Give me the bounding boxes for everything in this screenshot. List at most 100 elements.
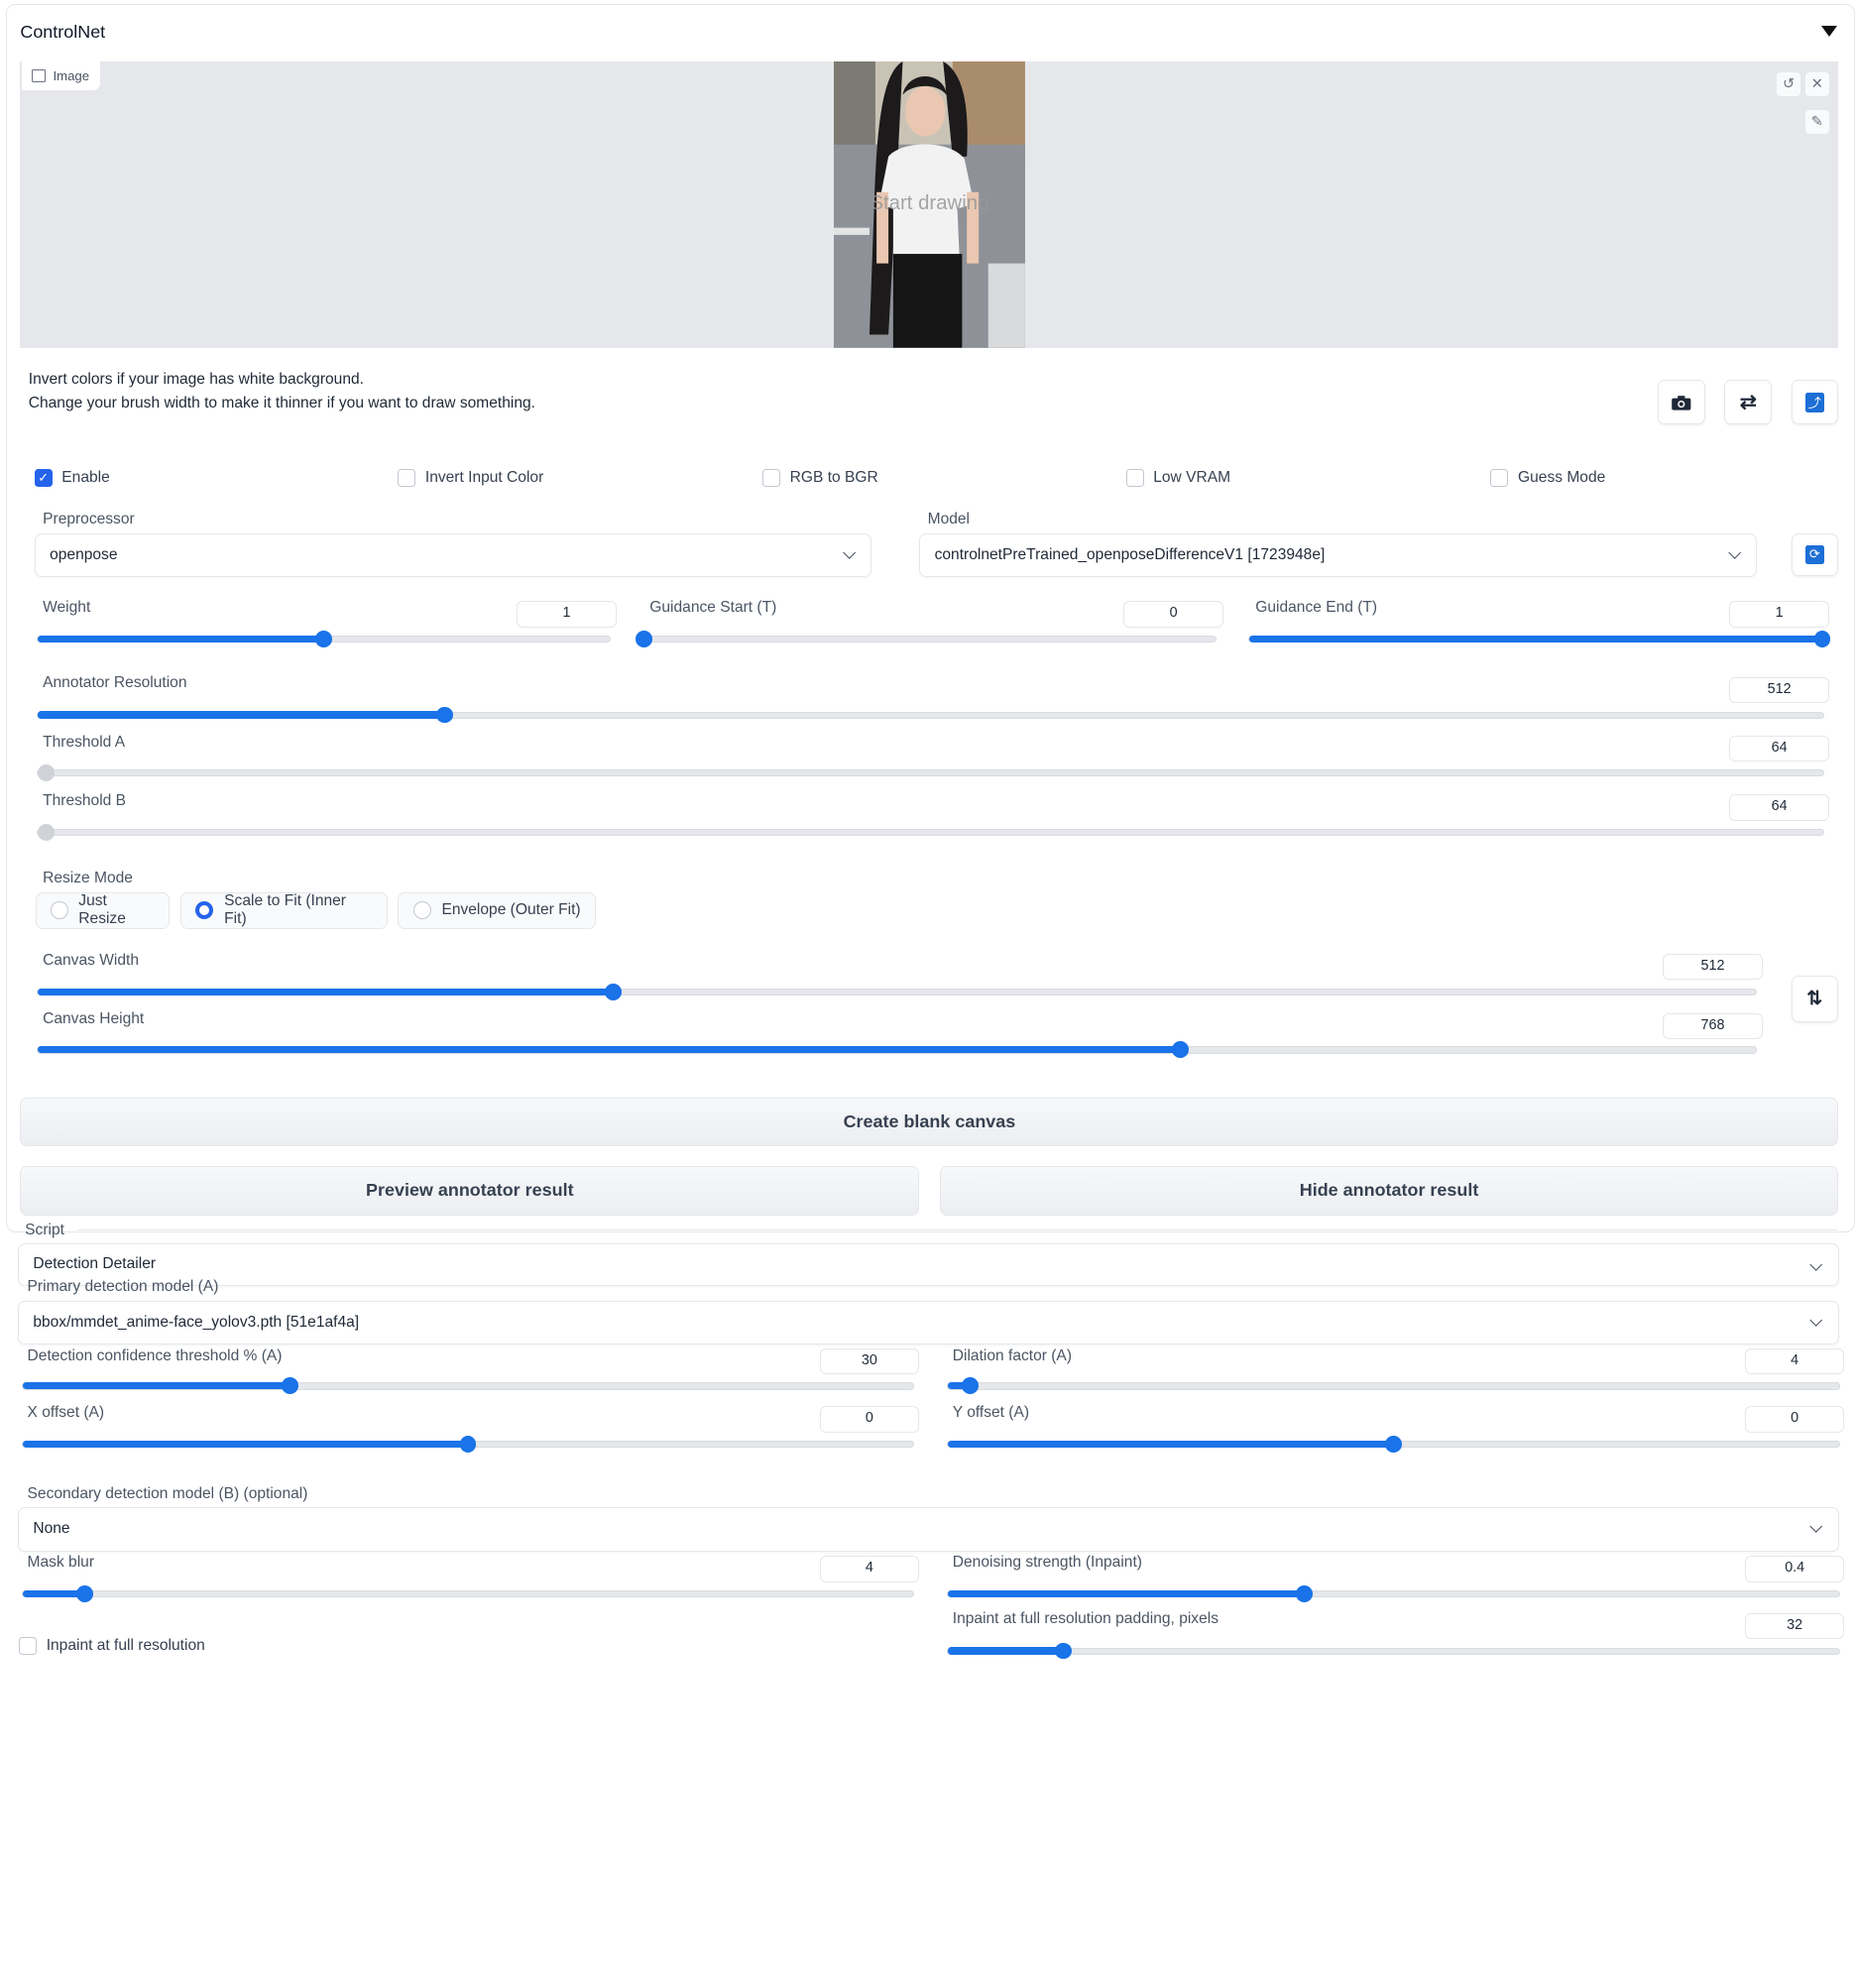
slider-fill	[38, 988, 614, 995]
primary-model-dropdown[interactable]: bbox/mmdet_anime-face_yolov3.pth [51e1af…	[17, 1300, 1839, 1345]
threshold-b-slider[interactable]	[37, 824, 1825, 841]
mask-blur-slider[interactable]	[21, 1585, 915, 1602]
secondary-model-value: None	[33, 1520, 70, 1538]
undo-icon[interactable]: ↺	[1776, 70, 1801, 97]
slider-fill	[1249, 635, 1822, 643]
annotator-resolution-slider[interactable]	[37, 706, 1825, 724]
close-icon[interactable]: ✕	[1803, 70, 1830, 97]
resize-mode-scale-to-fit[interactable]: Scale to Fit (Inner Fit)	[180, 891, 388, 929]
hint-text-invert: Invert colors if your image has white ba…	[28, 370, 364, 388]
preview-annotator-button[interactable]: Preview annotator result	[20, 1166, 920, 1216]
weight-number-input[interactable]: 1	[517, 601, 617, 628]
resize-mode-envelope[interactable]: Envelope (Outer Fit)	[398, 891, 597, 929]
canvas-height-number-input[interactable]: 768	[1663, 1012, 1763, 1040]
slider-thumb[interactable]	[605, 983, 622, 1000]
x-offset-slider[interactable]	[21, 1436, 915, 1453]
slider-thumb[interactable]	[38, 764, 55, 782]
slider-thumb[interactable]	[1295, 1585, 1313, 1602]
slider-thumb[interactable]	[1384, 1436, 1402, 1453]
weight-label: Weight	[43, 598, 91, 616]
guess-mode-label: Guess Mode	[1518, 469, 1606, 487]
secondary-model-label: Secondary detection model (B) (optional)	[27, 1484, 308, 1502]
guidance-end-number-input[interactable]: 1	[1729, 601, 1829, 628]
invert-input-color-checkbox[interactable]: Invert Input Color	[398, 469, 543, 488]
x-offset-number-input[interactable]: 0	[819, 1406, 920, 1433]
slider-thumb[interactable]	[315, 630, 332, 647]
inpaint-padding-number-input[interactable]: 32	[1744, 1612, 1845, 1640]
swap-vertical-icon: ⇅	[1806, 989, 1823, 1010]
chevron-down-icon	[1809, 1257, 1823, 1272]
denoising-strength-slider[interactable]	[946, 1585, 1840, 1602]
swap-button[interactable]: ⇄	[1724, 380, 1772, 425]
brush-icon[interactable]: ✎	[1803, 109, 1830, 136]
slider-thumb[interactable]	[635, 630, 652, 647]
confidence-threshold-label: Detection confidence threshold % (A)	[27, 1346, 283, 1364]
threshold-a-number-input[interactable]: 64	[1729, 735, 1829, 761]
low-vram-checkbox[interactable]: Low VRAM	[1125, 469, 1231, 488]
mask-blur-number-input[interactable]: 4	[819, 1556, 920, 1582]
threshold-b-number-input[interactable]: 64	[1729, 794, 1829, 821]
x-offset-label: X offset (A)	[27, 1404, 105, 1422]
slider-thumb[interactable]	[281, 1377, 298, 1395]
canvas-height-slider[interactable]	[37, 1041, 1757, 1059]
checkbox-box	[398, 469, 416, 488]
dilation-factor-label: Dilation factor (A)	[952, 1346, 1072, 1364]
upload-arrow-icon: ⤴	[1804, 393, 1824, 412]
inpaint-full-resolution-checkbox[interactable]: Inpaint at full resolution	[19, 1637, 205, 1655]
guidance-start-slider[interactable]	[635, 630, 1217, 647]
secondary-model-dropdown[interactable]: None	[17, 1507, 1839, 1552]
model-dropdown[interactable]: controlnetPreTrained_openposeDifferenceV…	[919, 532, 1757, 578]
slider-fill	[947, 1440, 1394, 1449]
slider-thumb[interactable]	[459, 1436, 477, 1453]
slider-fill	[22, 1589, 85, 1598]
radio-unselected	[51, 901, 68, 920]
enable-checkbox[interactable]: ✓ Enable	[34, 469, 110, 488]
preprocessor-dropdown[interactable]: openpose	[34, 532, 872, 578]
y-offset-slider[interactable]	[946, 1436, 1840, 1453]
script-dropdown[interactable]: Detection Detailer	[17, 1243, 1839, 1287]
canvas-width-number-input[interactable]: 512	[1663, 953, 1763, 981]
hide-annotator-button[interactable]: Hide annotator result	[939, 1166, 1839, 1216]
controlnet-title[interactable]: ControlNet	[20, 22, 105, 43]
slider-thumb[interactable]	[1813, 630, 1831, 647]
send-dimensions-button[interactable]: ⤴	[1791, 380, 1839, 425]
canvas-height-label: Canvas Height	[43, 1010, 145, 1028]
guidance-end-slider[interactable]	[1248, 630, 1831, 647]
collapse-triangle-icon[interactable]	[1820, 26, 1837, 38]
threshold-a-slider[interactable]	[37, 764, 1825, 782]
annotator-resolution-label: Annotator Resolution	[43, 674, 187, 692]
weight-slider[interactable]	[37, 630, 611, 647]
enable-label: Enable	[61, 469, 110, 487]
guidance-start-number-input[interactable]: 0	[1123, 601, 1223, 628]
swap-dimensions-button[interactable]: ⇅	[1791, 975, 1839, 1023]
create-blank-canvas-button[interactable]: Create blank canvas	[20, 1097, 1839, 1147]
script-divider	[76, 1228, 1839, 1230]
slider-thumb[interactable]	[1171, 1041, 1189, 1059]
slider-thumb[interactable]	[76, 1585, 93, 1602]
just-resize-label: Just Resize	[78, 892, 126, 928]
image-label-chip: Image	[21, 61, 100, 91]
y-offset-number-input[interactable]: 0	[1744, 1406, 1845, 1433]
denoising-strength-number-input[interactable]: 0.4	[1744, 1556, 1845, 1582]
slider-thumb[interactable]	[961, 1377, 979, 1395]
confidence-threshold-slider[interactable]	[21, 1377, 915, 1395]
dilation-factor-number-input[interactable]: 4	[1744, 1347, 1845, 1375]
threshold-a-label: Threshold A	[43, 734, 126, 752]
inpaint-padding-slider[interactable]	[946, 1642, 1840, 1660]
scale-to-fit-label: Scale to Fit (Inner Fit)	[224, 892, 346, 928]
confidence-threshold-number-input[interactable]: 30	[819, 1347, 920, 1375]
slider-thumb[interactable]	[38, 824, 55, 841]
checkbox-box	[762, 469, 781, 488]
annotator-resolution-number-input[interactable]: 512	[1729, 676, 1829, 704]
rgb-to-bgr-checkbox[interactable]: RGB to BGR	[762, 469, 878, 488]
envelope-label: Envelope (Outer Fit)	[441, 901, 581, 919]
camera-button[interactable]	[1658, 380, 1705, 425]
resize-mode-just-resize[interactable]: Just Resize	[35, 891, 171, 929]
refresh-models-button[interactable]: ⟳	[1791, 532, 1839, 576]
swap-arrows-icon: ⇄	[1739, 392, 1757, 414]
canvas-width-slider[interactable]	[37, 983, 1757, 1000]
low-vram-label: Low VRAM	[1153, 469, 1231, 487]
guess-mode-checkbox[interactable]: Guess Mode	[1490, 469, 1606, 488]
slider-thumb[interactable]	[1055, 1642, 1073, 1660]
dilation-factor-slider[interactable]	[946, 1377, 1840, 1395]
